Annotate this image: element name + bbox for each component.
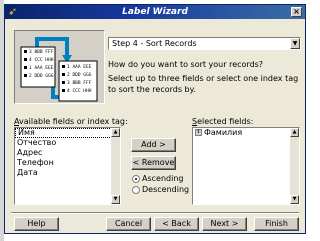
svg-text:4 CCC HHH: 4 CCC HHH (29, 57, 54, 63)
back-button[interactable]: < Back (154, 217, 199, 231)
sort-cards-icon: 3 BBB FFF 4 CCC HHH 1 AAA EEE 2 DDD GGG … (20, 37, 98, 102)
list-item[interactable]: Отчество (15, 138, 120, 148)
sort-instructions: Select up to three fields or select one … (108, 74, 299, 94)
close-button[interactable]: × (291, 7, 302, 17)
ascending-label: Ascending (142, 174, 184, 183)
finish-button[interactable]: Finish (254, 217, 299, 231)
list-item[interactable]: Телефон (15, 158, 120, 168)
scroll-up-icon[interactable]: ▲ (111, 128, 120, 137)
vertical-scrollbar[interactable]: ▲ ▼ (111, 128, 120, 204)
title-bar: ➶ Label Wizard × (5, 5, 305, 19)
vertical-scrollbar[interactable]: ▲ ▼ (290, 128, 299, 204)
ascending-radio[interactable] (132, 175, 140, 183)
scroll-down-icon[interactable]: ▼ (290, 195, 299, 204)
sort-question: How do you want to sort your records? (108, 60, 264, 69)
descending-radio[interactable] (132, 186, 140, 194)
sort-illustration: 3 BBB FFF 4 CCC HHH 1 AAA EEE 2 DDD GGG … (14, 30, 105, 104)
svg-text:1 AAA EEE: 1 AAA EEE (67, 64, 92, 70)
svg-text:1 AAA EEE: 1 AAA EEE (29, 65, 54, 71)
list-item[interactable]: Имя (15, 128, 120, 138)
scroll-down-icon[interactable]: ▼ (111, 195, 120, 204)
scroll-up-icon[interactable]: ▲ (290, 128, 299, 137)
sort-updown-icon: ⇕ (195, 129, 202, 136)
svg-text:4 CCC HHH: 4 CCC HHH (67, 88, 92, 94)
svg-text:3 BBB FFF: 3 BBB FFF (29, 49, 54, 55)
label-wizard-dialog: ➶ Label Wizard × 3 BBB FFF 4 CCC HHH 1 A… (4, 4, 306, 234)
selected-fields-list[interactable]: ⇕ Фамилия ▲ ▼ (192, 127, 300, 205)
add-button[interactable]: Add > (131, 138, 176, 152)
selected-field-name: Фамилия (204, 128, 243, 137)
list-item[interactable]: Адрес (15, 148, 120, 158)
svg-text:3 BBB FFF: 3 BBB FFF (67, 80, 92, 86)
window-title: Label Wizard (122, 7, 188, 17)
descending-label: Descending (142, 185, 190, 194)
available-fields-list[interactable]: Имя Отчество Адрес Телефон Дата ▲ ▼ (14, 127, 121, 205)
svg-text:2 DDD GGG: 2 DDD GGG (29, 73, 54, 79)
step-dropdown[interactable]: Step 4 - Sort Records ▼ (108, 37, 301, 50)
chevron-down-icon[interactable]: ▼ (290, 38, 300, 49)
step-dropdown-value: Step 4 - Sort Records (112, 39, 197, 48)
list-item[interactable]: Дата (15, 168, 120, 178)
svg-text:2 DDD GGG: 2 DDD GGG (67, 72, 92, 78)
cancel-button[interactable]: Cancel (106, 217, 151, 231)
next-button[interactable]: Next > (202, 217, 247, 231)
list-item[interactable]: ⇕ Фамилия (193, 128, 299, 138)
available-fields-label: Available fields or index tag: (14, 117, 128, 126)
selected-fields-label: Selected fields: (192, 117, 254, 126)
button-separator (11, 212, 299, 214)
help-button[interactable]: Help (14, 217, 59, 231)
remove-button[interactable]: < Remove (131, 156, 176, 170)
